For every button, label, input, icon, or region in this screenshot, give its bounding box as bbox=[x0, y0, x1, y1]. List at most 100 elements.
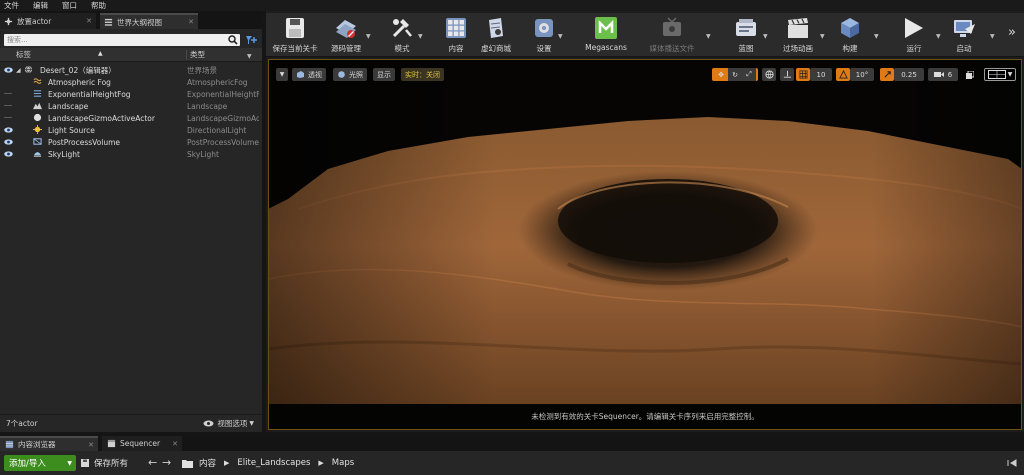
outliner-row[interactable]: ExponentialHeightFog ExponentialHeightF bbox=[0, 88, 262, 100]
tab-sequencer-label: Sequencer bbox=[120, 439, 161, 448]
column-label-header[interactable]: 标签 bbox=[16, 49, 31, 60]
surface-snap-icon[interactable] bbox=[780, 68, 794, 81]
translate-tool-icon[interactable]: ✥ bbox=[714, 68, 728, 81]
close-icon[interactable]: ✕ bbox=[188, 18, 194, 26]
lit-mode-button[interactable]: 光照 bbox=[333, 68, 367, 81]
outliner-row[interactable]: Atmospheric Fog AtmosphericFog bbox=[0, 76, 262, 88]
breadcrumb-item[interactable]: 内容 bbox=[199, 457, 216, 469]
close-icon[interactable]: ✕ bbox=[172, 440, 178, 448]
scale-tool-icon[interactable]: ⤢ bbox=[742, 68, 756, 81]
camera-icon bbox=[933, 72, 944, 77]
source-control-button[interactable]: 源码管理 bbox=[324, 16, 368, 56]
rotation-snap-value[interactable]: 10° bbox=[850, 68, 874, 81]
add-import-button[interactable]: 添加/导入 ▼ bbox=[4, 455, 76, 471]
play-button[interactable]: 运行 bbox=[894, 16, 934, 56]
outliner-row[interactable]: ◢ Desert_02（编辑器） 世界场景 bbox=[0, 64, 262, 76]
save-all-button[interactable]: 保存所有 bbox=[80, 457, 128, 469]
chevron-down-icon[interactable]: ▼ bbox=[820, 33, 825, 40]
media-button[interactable]: 媒体播送文件 bbox=[644, 16, 700, 56]
scale-snap-value[interactable]: 0.25 bbox=[894, 68, 924, 81]
expand-arrow-icon[interactable]: ◢ bbox=[16, 67, 21, 74]
world-local-icon[interactable] bbox=[762, 68, 776, 81]
chevron-down-icon[interactable]: ▼ bbox=[418, 33, 423, 40]
place-actor-icon bbox=[4, 17, 13, 25]
cinematics-button[interactable]: 过场动画 bbox=[774, 16, 822, 56]
build-button[interactable]: 构建 bbox=[834, 16, 866, 56]
menu-help[interactable]: 帮助 bbox=[91, 0, 106, 11]
grid-snap-toggle[interactable] bbox=[796, 68, 810, 81]
toolbar-overflow-icon[interactable]: » bbox=[1008, 25, 1016, 40]
outliner-row[interactable]: Landscape Landscape bbox=[0, 100, 262, 112]
tab-place-actor[interactable]: 放置actor ✕ bbox=[0, 13, 96, 29]
viewport-options-button[interactable]: ▼ bbox=[276, 68, 288, 81]
visibility-eye-icon[interactable] bbox=[4, 139, 13, 145]
outliner-row[interactable]: PostProcessVolume PostProcessVolume bbox=[0, 136, 262, 148]
breadcrumb-separator-icon[interactable]: ▶ bbox=[224, 459, 229, 467]
chevron-down-icon[interactable]: ▼ bbox=[247, 53, 252, 60]
realtime-off-button[interactable]: 实时：关闭 bbox=[401, 68, 444, 81]
scale-snap-toggle[interactable] bbox=[880, 68, 894, 81]
menu-edit[interactable]: 编辑 bbox=[33, 0, 48, 11]
save-level-button[interactable]: 保存当前关卡 bbox=[268, 16, 322, 56]
row-label: Desert_02（编辑器） bbox=[40, 65, 116, 75]
add-filter-icon[interactable] bbox=[244, 34, 258, 46]
chevron-down-icon[interactable]: ▼ bbox=[366, 33, 371, 40]
forward-arrow-icon[interactable]: → bbox=[162, 456, 171, 469]
outliner-row[interactable]: LandscapeGizmoActiveActor LandscapeGizmo… bbox=[0, 112, 262, 124]
close-icon[interactable]: ✕ bbox=[86, 17, 92, 25]
content-icon bbox=[446, 18, 466, 38]
sort-arrow-icon: ▲ bbox=[98, 50, 103, 57]
chevron-down-icon[interactable]: ▼ bbox=[936, 33, 941, 40]
tab-sequencer[interactable]: Sequencer ✕ bbox=[102, 436, 182, 451]
hidden-indicator[interactable] bbox=[4, 117, 12, 118]
content-button[interactable]: 内容 bbox=[438, 16, 474, 56]
tab-content-browser[interactable]: 内容浏览器 ✕ bbox=[0, 436, 98, 451]
close-icon[interactable]: ✕ bbox=[88, 441, 94, 449]
column-type-header[interactable]: 类型 bbox=[190, 49, 205, 60]
hidden-indicator[interactable] bbox=[4, 105, 12, 106]
search-icon[interactable] bbox=[228, 35, 238, 45]
show-button[interactable]: 显示 bbox=[373, 68, 395, 81]
history-icon[interactable] bbox=[1006, 458, 1018, 468]
outliner-row[interactable]: SkyLight SkyLight bbox=[0, 148, 262, 160]
visibility-eye-icon[interactable] bbox=[4, 67, 13, 73]
back-arrow-icon[interactable]: ← bbox=[148, 456, 157, 469]
settings-button[interactable]: 设置 bbox=[528, 16, 560, 56]
layout-selector[interactable]: ▼ bbox=[984, 68, 1016, 81]
rotation-snap-toggle[interactable] bbox=[836, 68, 850, 81]
hidden-indicator[interactable] bbox=[4, 93, 12, 94]
chevron-down-icon[interactable]: ▼ bbox=[706, 33, 711, 40]
launch-button[interactable]: 启动 bbox=[948, 16, 980, 56]
menu-file[interactable]: 文件 bbox=[4, 0, 19, 11]
landscape-render[interactable] bbox=[268, 59, 1022, 430]
breadcrumb-item[interactable]: Elite_Landscapes bbox=[237, 458, 310, 468]
breadcrumb-separator-icon[interactable]: ▶ bbox=[318, 459, 323, 467]
chevron-down-icon[interactable]: ▼ bbox=[990, 33, 995, 40]
modes-button[interactable]: 模式 bbox=[384, 16, 420, 56]
blueprints-button[interactable]: 蓝图 bbox=[726, 16, 766, 56]
search-input[interactable] bbox=[7, 36, 207, 44]
grid-snap-value[interactable]: 10 bbox=[810, 68, 832, 81]
breadcrumb-item[interactable]: Maps bbox=[332, 458, 354, 468]
megascans-button[interactable]: Megascans bbox=[578, 16, 634, 56]
marketplace-button[interactable]: 虚幻商城 bbox=[476, 16, 516, 56]
scale-arrow-icon bbox=[883, 71, 891, 78]
chevron-down-icon[interactable]: ▼ bbox=[874, 33, 879, 40]
visibility-eye-icon[interactable] bbox=[4, 127, 13, 133]
chevron-down-icon[interactable]: ▼ bbox=[763, 33, 768, 40]
menu-window[interactable]: 窗口 bbox=[62, 0, 77, 11]
level-viewport[interactable]: ▼ 透视 光照 显示 实时：关闭 ✥ ↻ ⤢ 10 10° 0.25 6 ▼ 未… bbox=[266, 57, 1024, 432]
maximize-viewport-icon[interactable] bbox=[964, 68, 976, 81]
tab-world-outliner[interactable]: 世界大纲视图 ✕ bbox=[100, 13, 198, 29]
actor-count: 7个actor bbox=[6, 419, 38, 428]
launch-label: 启动 bbox=[956, 44, 972, 53]
chevron-down-icon[interactable]: ▼ bbox=[558, 33, 563, 40]
perspective-button[interactable]: 透视 bbox=[292, 68, 326, 81]
view-options-button[interactable]: 视图选项 ▼ bbox=[203, 418, 254, 429]
camera-speed-button[interactable]: 6 bbox=[928, 68, 958, 81]
blueprint-icon bbox=[736, 19, 756, 36]
outliner-row[interactable]: Light Source DirectionalLight bbox=[0, 124, 262, 136]
rotate-tool-icon[interactable]: ↻ bbox=[728, 68, 742, 81]
angle-icon bbox=[838, 70, 848, 79]
visibility-eye-icon[interactable] bbox=[4, 151, 13, 157]
